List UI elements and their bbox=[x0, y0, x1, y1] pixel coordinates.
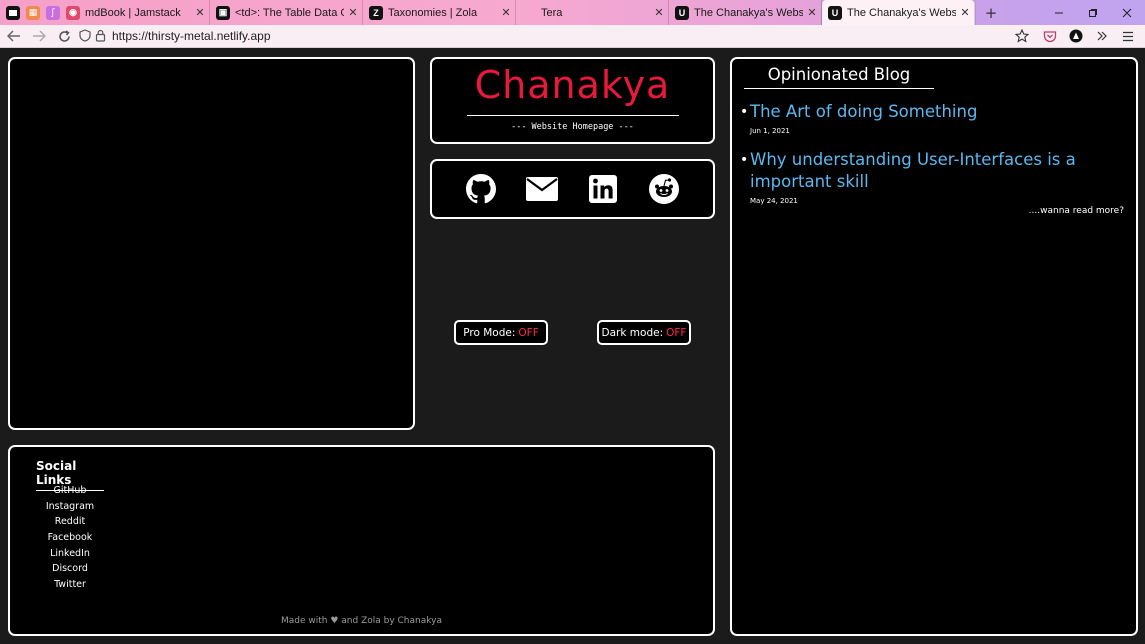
github-icon[interactable] bbox=[464, 172, 498, 206]
close-icon[interactable]: ✕ bbox=[344, 6, 362, 19]
tera-favicon-icon bbox=[522, 6, 536, 20]
tab-zola[interactable]: Z Taxonomies | Zola ✕ bbox=[363, 0, 516, 25]
url-text[interactable]: https://thirsty-metal.netlify.app bbox=[112, 29, 271, 43]
shield-icon[interactable] bbox=[79, 27, 91, 46]
pocket-icon[interactable] bbox=[1039, 26, 1061, 46]
restore-icon[interactable] bbox=[1076, 0, 1110, 25]
linkedin-icon[interactable] bbox=[586, 172, 620, 206]
dark-mode-state: OFF bbox=[666, 326, 687, 339]
window-close-icon[interactable] bbox=[1110, 0, 1144, 25]
profile-panel bbox=[8, 57, 415, 430]
site-title: Chanakya bbox=[474, 63, 671, 107]
tab-title: Taxonomies | Zola bbox=[388, 6, 478, 19]
tab-tera[interactable]: Tera ✕ bbox=[516, 0, 669, 25]
close-icon[interactable]: ✕ bbox=[803, 6, 821, 19]
site-subtitle: --- Website Homepage --- bbox=[511, 122, 634, 132]
close-icon[interactable]: ✕ bbox=[650, 6, 668, 19]
blog-post-link[interactable]: Why understanding User-Interfaces is a i… bbox=[750, 149, 1120, 193]
blog-post: • Why understanding User-Interfaces is a… bbox=[740, 149, 1120, 205]
social-links-panel: Social Links GitHub Instagram Reddit Fac… bbox=[8, 445, 715, 636]
url-bar[interactable]: https://thirsty-metal.netlify.app bbox=[79, 26, 1011, 46]
app-icon[interactable] bbox=[6, 5, 20, 20]
mail-icon[interactable] bbox=[525, 172, 559, 206]
tab-title: The Chanakya's Website bbox=[847, 6, 956, 19]
extension-icon[interactable]: ʃ bbox=[46, 5, 60, 20]
tab-title: mdBook | Jamstack bbox=[85, 6, 181, 19]
footer-credit: Made with ♥ and Zola by Chanakya bbox=[281, 616, 442, 626]
blog-post-list: • The Art of doing Something Jun 1, 2021… bbox=[740, 101, 1120, 219]
tab-title: The Chanakya's Website bbox=[694, 6, 803, 19]
close-icon[interactable]: ✕ bbox=[956, 6, 974, 19]
star-icon[interactable] bbox=[1011, 26, 1033, 46]
title-panel: Chanakya --- Website Homepage --- bbox=[430, 57, 715, 144]
bullet-icon: • bbox=[740, 152, 749, 168]
close-icon[interactable]: ✕ bbox=[497, 6, 515, 19]
blog-heading: Opinionated Blog bbox=[744, 65, 934, 89]
site-favicon-icon: U bbox=[828, 5, 842, 20]
pro-mode-label: Pro Mode: bbox=[463, 326, 516, 339]
social-link-linkedin[interactable]: LinkedIn bbox=[32, 546, 108, 562]
new-tab-button[interactable]: + bbox=[979, 4, 1003, 22]
calendar-icon[interactable]: ▦ bbox=[26, 5, 40, 20]
social-icons-panel bbox=[430, 159, 715, 219]
tab-chanakya-active[interactable]: U The Chanakya's Website ✕ bbox=[822, 0, 975, 25]
site-favicon-icon: U bbox=[675, 5, 689, 20]
tab-title: Tera bbox=[541, 6, 563, 19]
mdbook-favicon-icon: ◉ bbox=[66, 5, 80, 20]
tab-chanakya-1[interactable]: U The Chanakya's Website ✕ bbox=[669, 0, 822, 25]
read-more-link[interactable]: ....wanna read more? bbox=[1029, 206, 1124, 216]
zola-favicon-icon: Z bbox=[369, 5, 383, 20]
social-links-list: GitHub Instagram Reddit Facebook LinkedI… bbox=[32, 483, 108, 593]
blog-post-link[interactable]: The Art of doing Something bbox=[750, 101, 1120, 123]
tab-mdn-td[interactable]: ▣ <td>: The Table Data Cell ele ✕ bbox=[210, 0, 363, 25]
reddit-icon[interactable] bbox=[647, 172, 681, 206]
page-content: Chanakya --- Website Homepage --- Pro Mo… bbox=[0, 48, 1145, 644]
tab-title: <td>: The Table Data Cell ele bbox=[235, 6, 344, 19]
bullet-icon: • bbox=[740, 104, 749, 120]
dark-mode-toggle[interactable]: Dark mode: OFF bbox=[597, 320, 691, 345]
browser-nav-bar: https://thirsty-metal.netlify.app bbox=[0, 25, 1145, 48]
social-link-facebook[interactable]: Facebook bbox=[32, 530, 108, 546]
forward-arrow-icon[interactable] bbox=[28, 26, 50, 46]
blog-panel: Opinionated Blog • The Art of doing Some… bbox=[730, 57, 1138, 636]
pro-mode-toggle[interactable]: Pro Mode: OFF bbox=[454, 320, 548, 345]
social-link-github[interactable]: GitHub bbox=[32, 483, 108, 499]
blog-post: • The Art of doing Something Jun 1, 2021 bbox=[740, 101, 1120, 135]
blog-post-date: Jun 1, 2021 bbox=[750, 127, 790, 135]
browser-tab-bar: ▦ ʃ ◉ mdBook | Jamstack ✕ ▣ <td>: The Ta… bbox=[0, 0, 1145, 25]
dark-mode-label: Dark mode: bbox=[601, 326, 664, 339]
blog-post-date: May 24, 2021 bbox=[750, 197, 798, 205]
social-link-twitter[interactable]: Twitter bbox=[32, 577, 108, 593]
tab-mdbook[interactable]: ◉ mdBook | Jamstack ✕ bbox=[60, 0, 210, 25]
social-link-reddit[interactable]: Reddit bbox=[32, 514, 108, 530]
social-link-discord[interactable]: Discord bbox=[32, 561, 108, 577]
close-icon[interactable]: ✕ bbox=[191, 6, 209, 19]
reload-icon[interactable] bbox=[53, 26, 75, 46]
lock-icon[interactable] bbox=[95, 27, 106, 46]
overflow-icon[interactable] bbox=[1091, 26, 1113, 46]
minimize-icon[interactable] bbox=[1042, 0, 1076, 25]
title-divider bbox=[466, 115, 679, 116]
back-arrow-icon[interactable] bbox=[3, 26, 25, 46]
pro-mode-state: OFF bbox=[518, 326, 539, 339]
mdn-favicon-icon: ▣ bbox=[216, 5, 230, 20]
account-icon[interactable] bbox=[1065, 26, 1087, 46]
menu-icon[interactable] bbox=[1117, 26, 1139, 46]
social-link-instagram[interactable]: Instagram bbox=[32, 499, 108, 515]
